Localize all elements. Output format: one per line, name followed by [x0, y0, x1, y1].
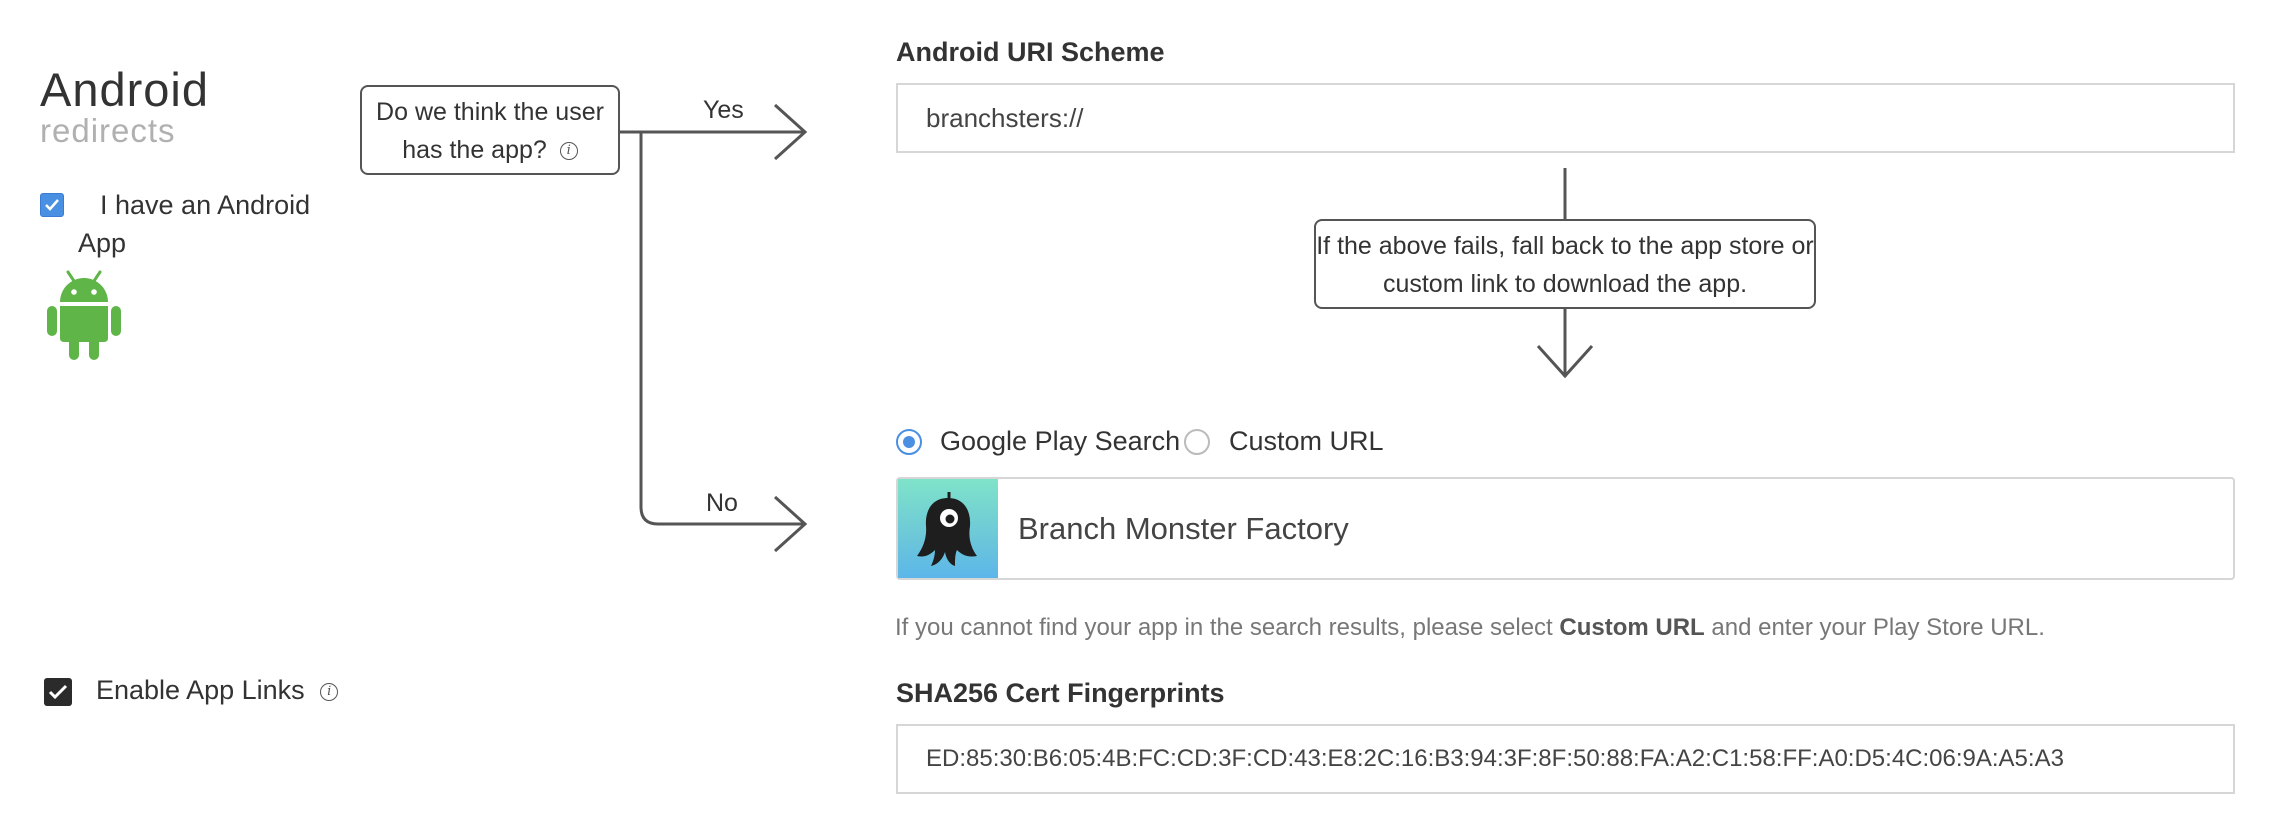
no-line — [639, 132, 803, 526]
helper-prefix: If you cannot find your app in the searc… — [895, 614, 1553, 641]
helper-text: If you cannot find your app in the searc… — [895, 614, 2045, 642]
uri-scheme-value: branchsters:// — [926, 102, 1084, 133]
google-play-search-label[interactable]: Google Play Search — [940, 426, 1180, 457]
enable-app-links-label[interactable]: Enable App Links i — [96, 675, 339, 706]
android-app-checkbox[interactable] — [40, 193, 64, 217]
no-label: No — [706, 489, 738, 517]
enable-app-links-text: Enable App Links — [96, 675, 305, 705]
sha256-value: ED:85:30:B6:05:4B:FC:CD:3F:CD:43:E8:2C:1… — [926, 745, 2064, 772]
helper-emphasis: Custom URL — [1559, 614, 1705, 641]
app-search-result[interactable]: Branch Monster Factory — [896, 477, 2235, 580]
info-icon[interactable]: i — [559, 142, 578, 161]
android-app-checkbox-label[interactable]: I have an Android App — [78, 186, 328, 262]
enable-app-links-checkbox[interactable] — [44, 678, 72, 706]
sha256-input[interactable]: ED:85:30:B6:05:4B:FC:CD:3F:CD:43:E8:2C:1… — [896, 724, 2235, 794]
android-robot-icon — [44, 268, 124, 365]
checkmark-icon — [48, 684, 68, 700]
section-subtitle: redirects — [40, 112, 176, 149]
app-result-name: Branch Monster Factory — [1018, 510, 1349, 546]
uri-scheme-input[interactable]: branchsters:// — [896, 83, 2235, 153]
question-box: Do we think the user has the app? i — [360, 85, 620, 175]
fallback-note-text: If the above fails, fall back to the app… — [1316, 232, 1814, 298]
custom-url-radio[interactable] — [1184, 429, 1210, 455]
helper-suffix: and enter your Play Store URL. — [1711, 614, 2045, 641]
uri-scheme-label: Android URI Scheme — [896, 37, 1165, 67]
yes-label: Yes — [703, 96, 744, 124]
checkmark-icon — [45, 199, 59, 211]
google-play-search-radio[interactable] — [896, 429, 922, 455]
branch-monster-icon — [898, 479, 998, 578]
fallback-note-box: If the above fails, fall back to the app… — [1314, 219, 1816, 309]
custom-url-label[interactable]: Custom URL — [1229, 426, 1384, 457]
sha256-label: SHA256 Cert Fingerprints — [896, 678, 1225, 708]
section-title: Android — [40, 63, 209, 116]
info-icon[interactable]: i — [320, 682, 339, 701]
